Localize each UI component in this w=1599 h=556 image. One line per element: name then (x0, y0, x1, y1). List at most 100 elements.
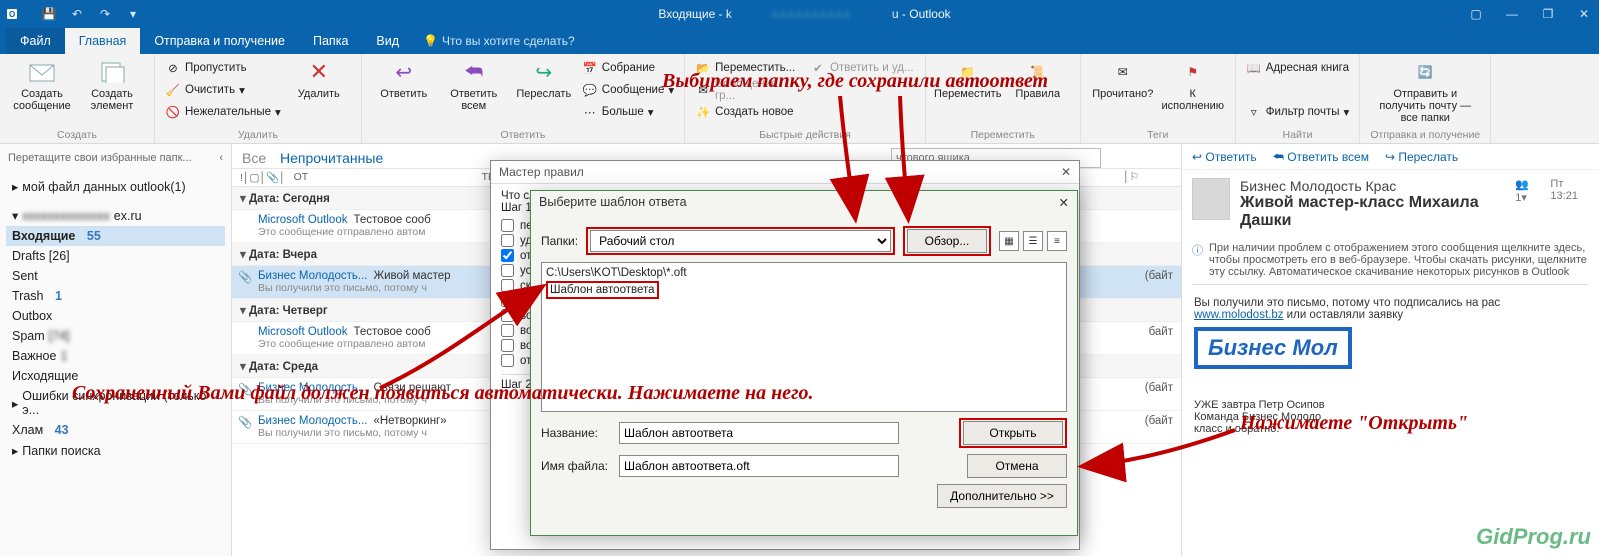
nav-account[interactable]: ▾ xxxxxxxxxxxxxxex.ru (6, 205, 225, 226)
minimize-icon[interactable]: — (1503, 7, 1521, 21)
info-icon: ⓘ (1192, 242, 1203, 278)
title-bar: O 💾 ↶ ↷ ▾ Входящие - kxxxxxxxxxxu - Outl… (0, 0, 1599, 28)
window-title: Входящие - kxxxxxxxxxxu - Outlook (142, 7, 1467, 21)
outlook-icon: O (6, 6, 22, 22)
reply-all-icon: ⮪ (460, 58, 488, 86)
cancel-button[interactable]: Отмена (967, 454, 1067, 478)
ribbon-group-tags: Теги (1091, 127, 1225, 141)
ribbon-group-delete: Удалить (165, 127, 351, 141)
read-body: Вы получили это письмо, потому что подпи… (1182, 291, 1599, 441)
filter-unread[interactable]: Непрочитанные (280, 150, 383, 166)
tab-file[interactable]: Файл (6, 28, 65, 54)
read-forward-button[interactable]: ↪ Переслать (1385, 150, 1458, 165)
nav-outbox[interactable]: Outbox (6, 306, 225, 326)
browse-button[interactable]: Обзор... (907, 229, 987, 253)
delete-icon: ✕ (305, 58, 333, 86)
tell-me-search[interactable]: 💡 Что вы хотите сделать? (423, 28, 575, 54)
view-list-icon[interactable]: ☰ (1023, 231, 1043, 251)
im-icon: 💬 (582, 82, 598, 98)
template-filename-input[interactable] (619, 455, 899, 477)
junk-button[interactable]: 🚫Нежелательные▾ (165, 102, 281, 122)
cleanup-button[interactable]: 🧹Очистить▾ (165, 80, 281, 100)
dlg2-close-icon[interactable]: ✕ (1059, 195, 1069, 210)
nav-trash[interactable]: Trash 1 (6, 286, 225, 306)
read-reply-all-button[interactable]: ⮪ Ответить всем (1273, 150, 1369, 165)
blocked-images-warning[interactable]: ⓘПри наличии проблем с отображением этог… (1192, 242, 1589, 278)
new-mail-button[interactable]: Создать сообщение (10, 58, 74, 112)
lightbulb-icon: 💡 (423, 34, 438, 48)
ribbon-options-icon[interactable]: ▢ (1467, 7, 1485, 21)
followup-button[interactable]: ⚑К исполнению (1161, 58, 1225, 112)
quick-move-button[interactable]: 📂Переместить... (695, 58, 800, 78)
im-button[interactable]: 💬Сообщение▾ (582, 80, 674, 100)
view-large-icon[interactable]: ▦ (999, 231, 1019, 251)
tab-folder[interactable]: Папка (299, 28, 362, 54)
attachment-icon: 📎 (238, 270, 252, 284)
read-reply-button[interactable]: ↩ Ответить (1192, 150, 1257, 165)
meeting-icon: 📅 (582, 60, 598, 76)
quick-new-button[interactable]: ✨Создать новое (695, 102, 800, 122)
folder-select[interactable]: Рабочий стол (590, 230, 891, 252)
advanced-button[interactable]: Дополнительно >> (937, 484, 1067, 508)
forward-button[interactable]: ↪Переслать (512, 58, 576, 100)
open-button[interactable]: Открыть (963, 421, 1063, 445)
qat-customize-icon[interactable]: ▾ (124, 5, 142, 23)
move-button[interactable]: 📁Переместить (936, 58, 1000, 100)
new-items-button[interactable]: Создать элемент (80, 58, 144, 112)
ribbon-tabs: Файл Главная Отправка и получение Папка … (0, 28, 1599, 54)
nav-inbox[interactable]: Входящие 55 (6, 226, 225, 246)
qat-undo-icon[interactable]: ↶ (68, 5, 86, 23)
mark-read-button[interactable]: ✉Прочитано? (1091, 58, 1155, 100)
nav-spam[interactable]: Spam [74] (6, 326, 225, 346)
address-book-button[interactable]: 📖Адресная книга (1246, 58, 1350, 78)
ribbon-group-create: Создать (10, 127, 144, 141)
nav-drafts[interactable]: Drafts [26] (6, 246, 225, 266)
read-subject: Живой мастер-класс Михаила Дашки (1240, 194, 1505, 230)
filename-label: Имя файла: (541, 459, 611, 473)
reply-all-button[interactable]: ⮪Ответить всем (442, 58, 506, 112)
people-count[interactable]: 👥 1▾ (1515, 178, 1540, 204)
quick-im-button[interactable]: ✉Сообщение гр... (695, 80, 800, 100)
tab-home[interactable]: Главная (65, 28, 141, 54)
nav-important[interactable]: Важное 1 (6, 346, 225, 366)
new-items-icon (98, 58, 126, 86)
rules-wizard-title: Мастер правил (499, 165, 584, 179)
meeting-button[interactable]: 📅Собрание (582, 58, 674, 78)
view-details-icon[interactable]: ≡ (1047, 231, 1067, 251)
delete-button[interactable]: ✕ Удалить (287, 58, 351, 100)
nav-sync-errors[interactable]: ▸ Ошибки синхронизации (только э... (6, 386, 225, 420)
filter-mail-button[interactable]: ▿Фильтр почты▾ (1246, 102, 1350, 122)
more-icon: ⋯ (582, 104, 598, 120)
cleanup-icon: 🧹 (165, 82, 181, 98)
file-path: C:\Users\KOT\Desktop\*.oft (546, 265, 1062, 281)
nav-search-folders[interactable]: ▸ Папки поиска (6, 440, 225, 461)
quick-reply-del-button[interactable]: ✔Ответить и уд... (810, 58, 915, 78)
dlg1-close-icon[interactable]: ✕ (1061, 165, 1071, 179)
close-icon[interactable]: ✕ (1575, 7, 1593, 21)
im-quick-icon: ✉ (695, 82, 711, 98)
filter-all[interactable]: Все (242, 150, 266, 166)
nav-junk2[interactable]: Хлам 43 (6, 420, 225, 440)
nav-outgoing[interactable]: Исходящие (6, 366, 225, 386)
qat-save-icon[interactable]: 💾 (40, 5, 58, 23)
template-file-item[interactable]: Шаблон автоответа (546, 281, 659, 299)
qat-redo-icon[interactable]: ↷ (96, 5, 114, 23)
send-receive-all-button[interactable]: 🔄 Отправить и получить почту — все папки (1370, 58, 1480, 124)
body-link[interactable]: www.molodost.bz (1194, 309, 1283, 321)
tab-view[interactable]: Вид (362, 28, 413, 54)
nav-datafile[interactable]: ▸ мой файл данных outlook(1) (6, 176, 225, 197)
ignore-button[interactable]: ⊘Пропустить (165, 58, 281, 78)
name-label: Название: (541, 426, 611, 440)
rules-button[interactable]: 📜Правила (1006, 58, 1070, 100)
new-quick-icon: ✨ (695, 104, 711, 120)
avatar-icon (1192, 178, 1230, 220)
nav-sent[interactable]: Sent (6, 266, 225, 286)
file-list[interactable]: C:\Users\KOT\Desktop\*.oft Шаблон автоот… (541, 262, 1067, 412)
select-template-dialog: Выберите шаблон ответа✕ Папки: Рабочий с… (530, 190, 1078, 536)
more-respond-button[interactable]: ⋯Больше▾ (582, 102, 674, 122)
tab-send-receive[interactable]: Отправка и получение (140, 28, 299, 54)
maximize-icon[interactable]: ❐ (1539, 7, 1557, 21)
template-name-input[interactable] (619, 422, 899, 444)
reply-button[interactable]: ↩Ответить (372, 58, 436, 100)
attachment-icon: 📎 (238, 415, 252, 429)
